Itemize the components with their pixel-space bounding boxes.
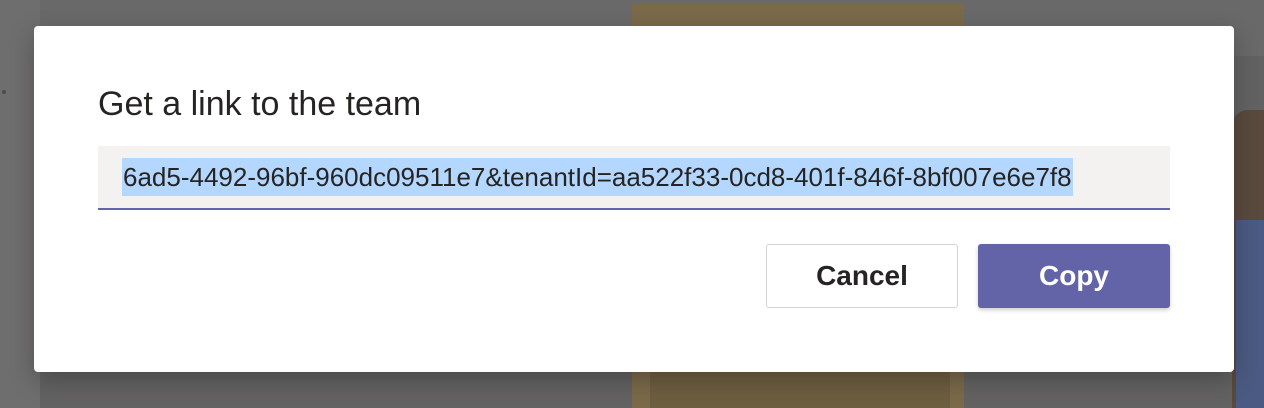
team-link-text[interactable]: 6ad5-4492-96bf-960dc09511e7&tenantId=aa5…: [122, 158, 1073, 196]
get-link-dialog: Get a link to the team 6ad5-4492-96bf-96…: [34, 26, 1234, 372]
team-link-field[interactable]: 6ad5-4492-96bf-960dc09511e7&tenantId=aa5…: [98, 146, 1170, 210]
dialog-title: Get a link to the team: [98, 85, 422, 123]
copy-button[interactable]: Copy: [978, 244, 1170, 308]
background-dot: [2, 90, 6, 94]
background-person-shirt: [1236, 220, 1264, 408]
background-illustration-detail: [650, 372, 950, 408]
cancel-button[interactable]: Cancel: [766, 244, 958, 308]
